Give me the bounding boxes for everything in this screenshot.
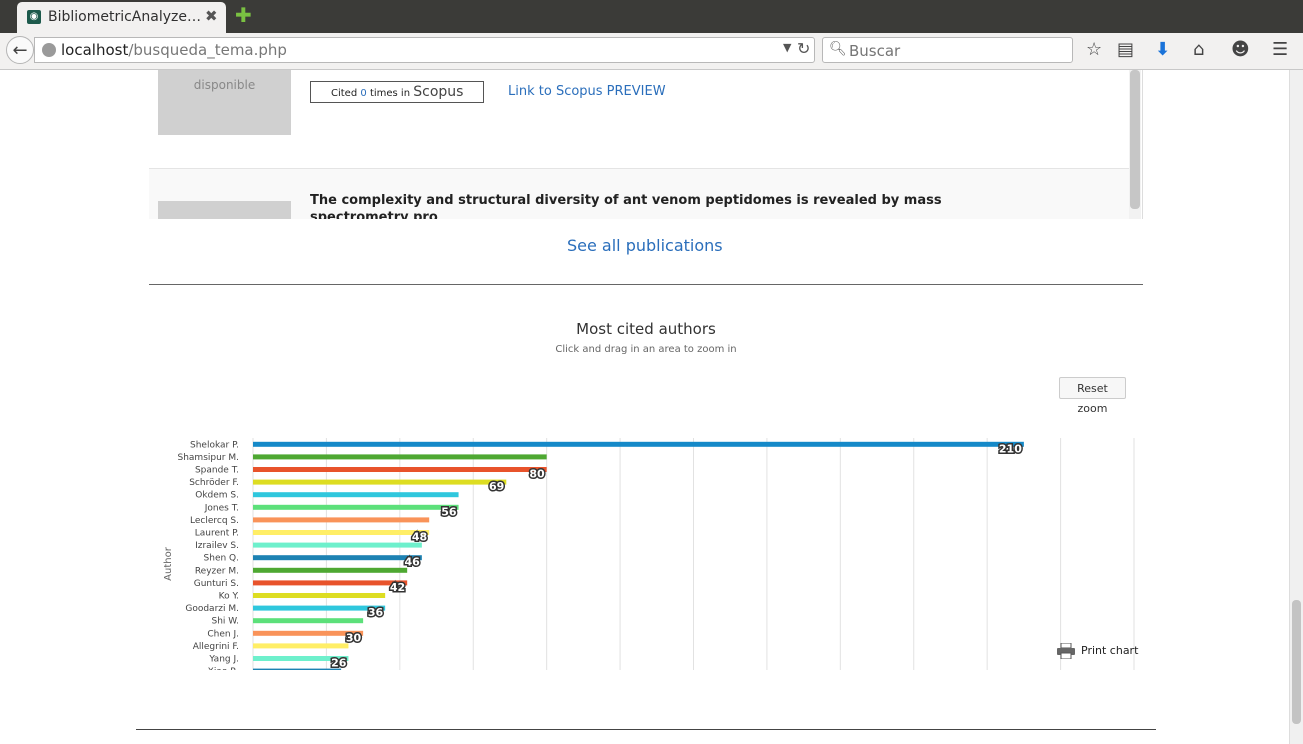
publication-row: The complexity and structural diversity … xyxy=(149,169,1129,219)
chart-plot-area[interactable]: 020406080100120140160180200220240Sheloka… xyxy=(149,310,1143,670)
data-label: 210 xyxy=(999,442,1022,455)
y-axis-title: Author xyxy=(163,546,174,581)
search-icon: 🔍︎ xyxy=(829,41,847,57)
url-dropdown-icon[interactable]: ▼ xyxy=(783,41,791,54)
browser-tab-bar: ◉ BibliometricAnalyze… ✖ ✚ xyxy=(0,0,1303,33)
bar xyxy=(253,492,459,498)
category-label: Ko Y. xyxy=(219,592,239,602)
cited-prefix: Cited xyxy=(331,88,358,99)
category-label: Spande T. xyxy=(195,466,239,476)
url-bar[interactable]: localhost/busqueda_tema.php ▼ ↻ xyxy=(34,37,815,63)
scopus-citation-badge[interactable]: Cited 0 times in Scopus xyxy=(310,81,484,103)
data-label: 69 xyxy=(489,480,504,493)
reload-icon[interactable]: ↻ xyxy=(797,39,810,58)
see-all-publications-link[interactable]: See all publications xyxy=(567,236,723,255)
home-icon[interactable]: ⌂ xyxy=(1193,39,1204,60)
category-label: Reyzer M. xyxy=(195,566,239,576)
category-label: Xiao R. xyxy=(208,667,239,670)
data-label: 30 xyxy=(346,631,362,644)
reading-list-icon[interactable]: ▤ xyxy=(1117,39,1134,60)
category-label: Laurent P. xyxy=(195,529,239,539)
data-label: 42 xyxy=(390,581,405,594)
category-label: Okdem S. xyxy=(195,491,239,501)
scopus-logo-text: Scopus xyxy=(413,84,464,100)
tab-close-icon[interactable]: ✖ xyxy=(205,7,218,25)
category-label: Shen Q. xyxy=(204,554,239,564)
publications-scrollbar[interactable] xyxy=(1129,70,1141,219)
publication-row: disponible Cited 0 times in Scopus Link … xyxy=(149,70,1129,169)
cited-middle: times in xyxy=(369,88,411,99)
site-favicon-icon: ◉ xyxy=(27,10,41,24)
bar xyxy=(253,504,459,510)
publication-image-placeholder: disponible xyxy=(158,70,291,135)
bar xyxy=(253,517,430,523)
category-label: Yang J. xyxy=(208,655,239,665)
category-label: Schröder F. xyxy=(189,478,239,488)
category-label: Chen J. xyxy=(207,629,239,639)
data-label: 56 xyxy=(441,505,457,518)
bar xyxy=(253,580,408,586)
bar xyxy=(253,479,507,485)
category-label: Leclercq S. xyxy=(190,516,239,526)
bar xyxy=(253,593,386,598)
url-path: /busqueda_tema.php xyxy=(128,41,287,59)
search-input[interactable] xyxy=(847,39,1071,63)
bar xyxy=(253,441,1024,447)
data-label: 46 xyxy=(405,556,421,569)
publications-scrollbar-thumb[interactable] xyxy=(1130,70,1140,209)
data-label: 48 xyxy=(412,531,427,544)
divider xyxy=(149,284,1143,285)
scopus-preview-link[interactable]: Link to Scopus PREVIEW xyxy=(508,84,666,99)
tab-title: BibliometricAnalyze… xyxy=(48,9,201,25)
bar xyxy=(253,605,386,611)
reset-zoom-button[interactable]: Reset zoom xyxy=(1059,377,1126,415)
category-label: Goodarzi M. xyxy=(185,604,239,614)
publication-image-placeholder xyxy=(158,201,291,219)
page-viewport: disponible Cited 0 times in Scopus Link … xyxy=(0,70,1289,744)
url-host: localhost xyxy=(61,41,129,59)
data-label: 36 xyxy=(368,606,384,619)
data-label: 26 xyxy=(331,657,347,670)
bar xyxy=(253,668,342,670)
category-label: Jones T. xyxy=(204,503,239,513)
menu-icon[interactable]: ☰ xyxy=(1272,39,1288,60)
browser-nav-bar: ← localhost/busqueda_tema.php ▼ ↻ 🔍︎ ☆ ▤… xyxy=(0,33,1303,70)
globe-icon xyxy=(42,43,56,57)
category-label: Shelokar P. xyxy=(190,440,239,450)
bar xyxy=(253,530,430,535)
divider xyxy=(136,729,1156,730)
back-button[interactable]: ← xyxy=(6,36,34,64)
chat-icon[interactable]: ☻ xyxy=(1231,39,1250,60)
bar xyxy=(253,454,547,460)
publications-list[interactable]: disponible Cited 0 times in Scopus Link … xyxy=(149,70,1143,219)
url-text: localhost/busqueda_tema.php xyxy=(61,41,287,59)
data-label: 80 xyxy=(529,468,545,481)
printer-icon[interactable] xyxy=(1057,643,1075,659)
bookmark-star-icon[interactable]: ☆ xyxy=(1086,39,1102,60)
bar xyxy=(253,467,547,472)
most-cited-authors-chart[interactable]: Most cited authors Click and drag in an … xyxy=(149,310,1143,670)
page-scrollbar-thumb[interactable] xyxy=(1292,600,1301,724)
category-label: Gunturi S. xyxy=(194,579,239,589)
bar xyxy=(253,555,422,561)
downloads-icon[interactable]: ⬇ xyxy=(1155,39,1170,60)
bar xyxy=(253,542,422,548)
image-placeholder-text: disponible xyxy=(193,78,256,92)
new-tab-icon[interactable]: ✚ xyxy=(235,5,252,25)
category-label: Shamsipur M. xyxy=(178,453,240,463)
bar xyxy=(253,643,349,649)
browser-tab[interactable]: ◉ BibliometricAnalyze… ✖ xyxy=(17,2,226,33)
bar xyxy=(253,567,408,573)
category-label: Shi W. xyxy=(211,617,239,627)
bar xyxy=(253,618,364,624)
category-label: Izrailev S. xyxy=(195,541,239,551)
page-scrollbar[interactable] xyxy=(1289,70,1303,744)
category-label: Allegrini F. xyxy=(193,642,239,652)
publication-title[interactable]: The complexity and structural diversity … xyxy=(310,192,950,219)
search-bar[interactable]: 🔍︎ xyxy=(822,37,1073,63)
cited-count: 0 xyxy=(360,88,367,99)
print-chart-label[interactable]: Print chart xyxy=(1081,644,1138,657)
